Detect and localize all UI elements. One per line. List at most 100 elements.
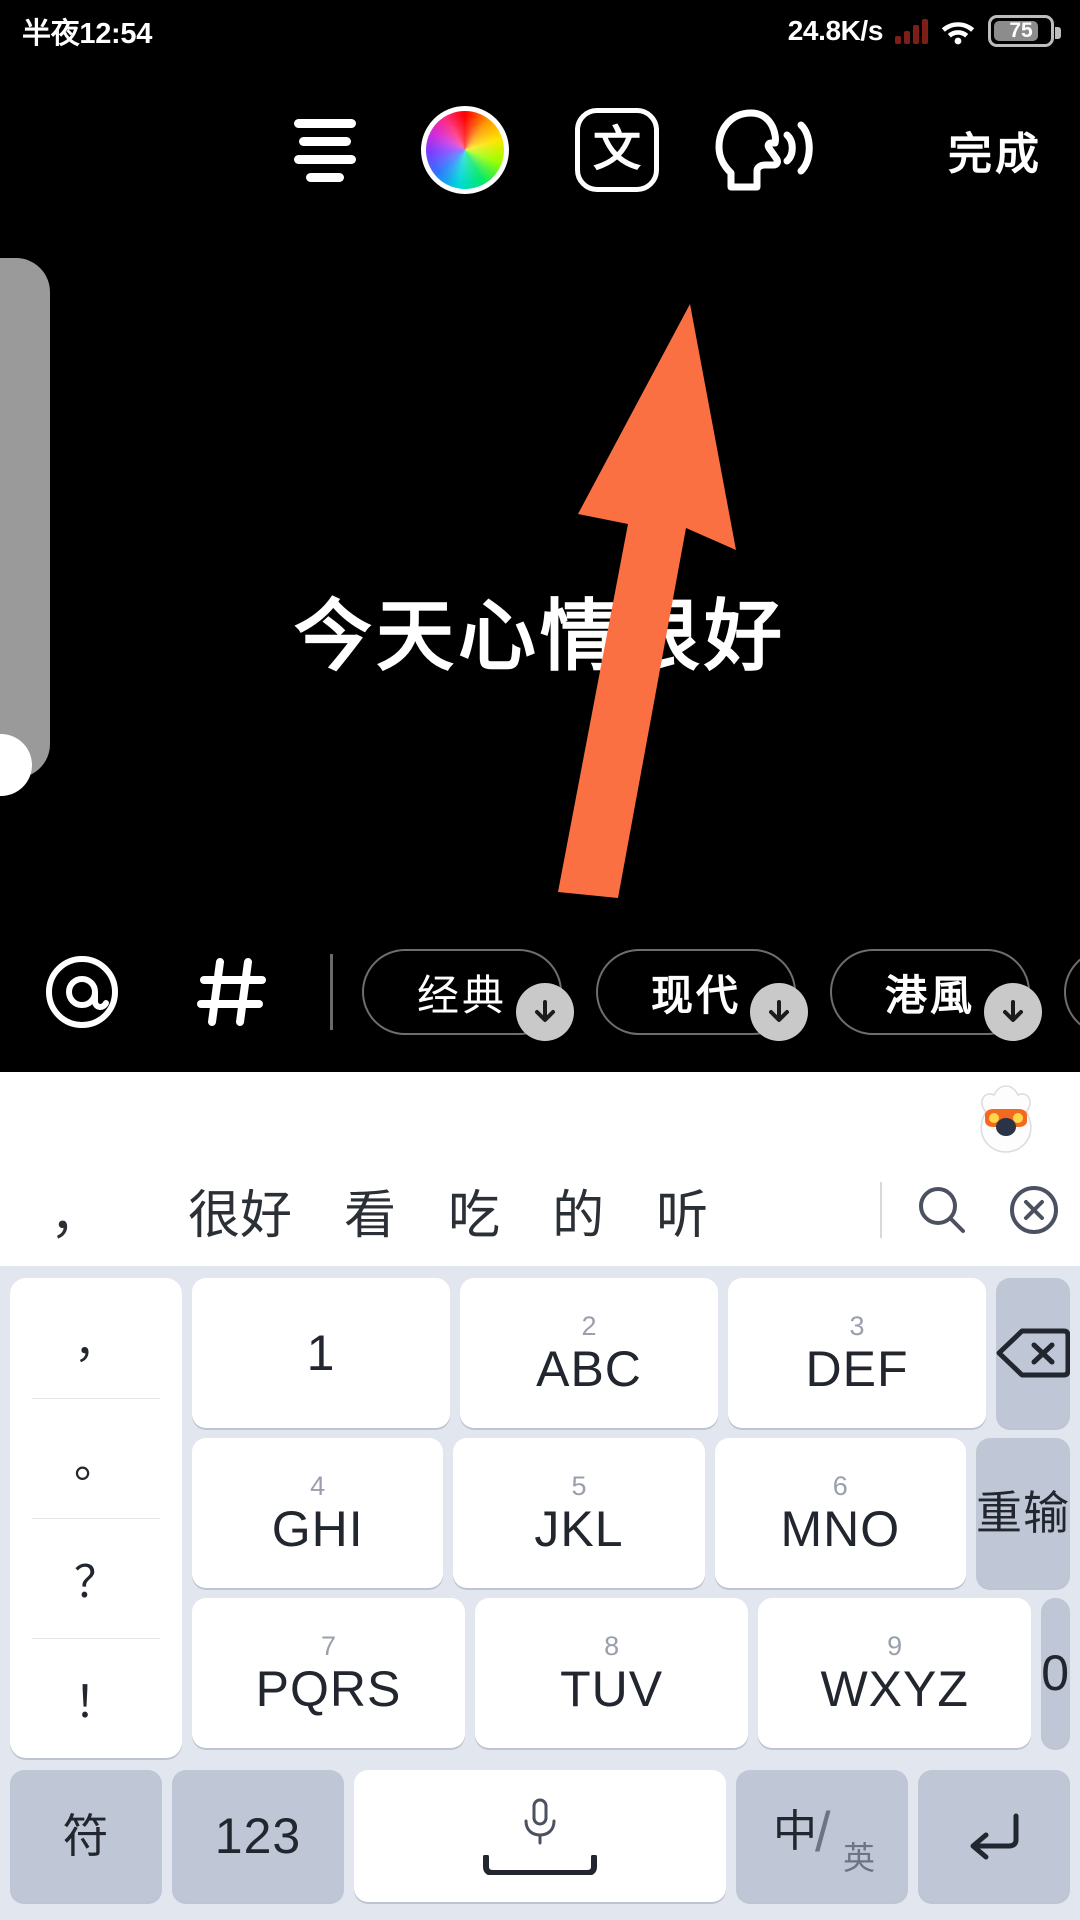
color-wheel-icon (421, 106, 509, 194)
close-circle-icon (1010, 1186, 1058, 1234)
editor-bottom-bar: 经典 现代 港風 (0, 912, 1080, 1072)
key-main-label: 0 (1041, 1645, 1070, 1701)
search-icon (919, 1187, 965, 1233)
toolbar-divider (330, 954, 333, 1030)
key-3-def[interactable]: 3 DEF (728, 1278, 986, 1428)
key-5-jkl[interactable]: 5 JKL (453, 1438, 705, 1588)
candidate-item[interactable]: ， (24, 1173, 162, 1248)
key-main-label: 1 (306, 1325, 336, 1381)
battery-indicator: 75 (988, 15, 1061, 47)
lang-zh-label: 中 (773, 1807, 817, 1856)
key-sup-label: 6 (832, 1470, 848, 1501)
fox-assistant-icon[interactable] (970, 1082, 1042, 1154)
keypad-bottom-row: 符 123 中 / 英 (10, 1770, 1070, 1902)
lang-slash: / (815, 1800, 831, 1863)
font-chip-modern[interactable]: 现代 (596, 949, 808, 1041)
key-sup-label: 9 (887, 1630, 903, 1661)
key-main-label: 符 (62, 1810, 110, 1862)
key-main-label: WXYZ (820, 1660, 969, 1717)
signal-bars-icon (895, 18, 928, 44)
text-align-icon (294, 118, 356, 182)
download-arrow-icon[interactable] (516, 983, 574, 1041)
candidate-search-button[interactable] (896, 1181, 988, 1239)
key-sup-label: 2 (581, 1310, 597, 1341)
font-chip-partial[interactable] (1064, 949, 1080, 1035)
candidate-item[interactable]: 看 (318, 1173, 422, 1248)
font-chip-label (1064, 949, 1080, 1035)
download-arrow-icon[interactable] (750, 983, 808, 1041)
key-main-label: MNO (780, 1500, 901, 1557)
enter-arrow-icon (970, 1813, 1019, 1860)
keypad-row: 7 PQRS 8 TUV 9 WXYZ 0 (192, 1598, 1070, 1748)
microphone-icon (524, 1798, 556, 1845)
text-to-speech-head-icon (715, 109, 813, 191)
key-main-label: ABC (536, 1340, 642, 1397)
candidate-item[interactable]: 听 (630, 1173, 734, 1248)
space-bar-icon (483, 1855, 597, 1875)
numbers-key[interactable]: 123 (172, 1770, 344, 1902)
candidate-bar[interactable]: ， 很好 看 吃 的 听 (0, 1154, 1080, 1266)
keypad-row: 4 GHI 5 JKL 6 MNO 重输 (192, 1438, 1070, 1588)
key-sup-label: 8 (604, 1630, 620, 1661)
keyboard-keys: ， 。 ？ ！ 1 2 ABC 3 DEF 4 GHI 5 JKL 6 MNO … (0, 1266, 1080, 1920)
font-chip-gangfeng[interactable]: 港風 (830, 949, 1042, 1041)
key-main-label: JKL (534, 1500, 624, 1557)
download-arrow-icon[interactable] (984, 983, 1042, 1041)
font-style-chip-list[interactable]: 经典 现代 港風 (362, 930, 1080, 1054)
keypad-row: 1 2 ABC 3 DEF (192, 1278, 1070, 1428)
text-align-button[interactable] (280, 105, 370, 195)
key-main-label: GHI (271, 1500, 364, 1557)
key-sup-label: 7 (321, 1630, 337, 1661)
key-0[interactable]: 0 (1041, 1598, 1070, 1748)
wifi-icon (941, 21, 975, 44)
punc-key-comma[interactable]: ， (10, 1278, 182, 1398)
punc-key-question[interactable]: ？ (10, 1518, 182, 1638)
key-2-abc[interactable]: 2 ABC (460, 1278, 718, 1428)
candidate-item[interactable]: 吃 (422, 1173, 526, 1248)
enter-key[interactable] (918, 1770, 1070, 1902)
symbols-key[interactable]: 符 (10, 1770, 162, 1902)
key-sup-label: 5 (571, 1470, 587, 1501)
left-panel-edge[interactable] (0, 258, 50, 778)
overlay-text[interactable]: 今天心情很好 (0, 593, 1080, 680)
text-to-speech-button[interactable] (710, 105, 815, 195)
key-main-label: PQRS (255, 1660, 402, 1717)
font-style-icon: 文 (575, 108, 659, 192)
punctuation-column[interactable]: ， 。 ？ ！ (10, 1278, 182, 1758)
key-main-label: 重输 (975, 1487, 1070, 1539)
done-button[interactable]: 完成 (948, 118, 1042, 182)
key-7-pqrs[interactable]: 7 PQRS (192, 1598, 466, 1748)
language-toggle-key[interactable]: 中 / 英 (736, 1770, 908, 1902)
reinput-key[interactable]: 重输 (975, 1438, 1070, 1588)
key-sup-label: 4 (310, 1470, 326, 1501)
at-icon (46, 956, 118, 1028)
punc-key-period[interactable]: 。 (10, 1398, 182, 1518)
candidate-item[interactable]: 的 (526, 1173, 630, 1248)
text-color-button[interactable] (419, 104, 511, 196)
keyboard-header (0, 1072, 1080, 1154)
key-9-wxyz[interactable]: 9 WXYZ (758, 1598, 1032, 1748)
candidate-close-button[interactable] (988, 1181, 1080, 1239)
candidate-item[interactable]: 很好 (162, 1173, 318, 1248)
font-style-button[interactable]: 文 (574, 107, 660, 193)
status-indicators: 24.8K/s 75 (787, 15, 1061, 47)
editor-top-toolbar: 文 完成 (0, 95, 1080, 205)
mention-button[interactable] (36, 946, 128, 1038)
key-8-tuv[interactable]: 8 TUV (475, 1598, 749, 1748)
hash-icon (197, 958, 266, 1026)
status-time: 半夜12:54 (22, 18, 153, 50)
hashtag-button[interactable] (186, 946, 278, 1038)
ime-keyboard: ， 很好 看 吃 的 听 ， 。 ？ ！ 1 2 ABC 3 DEF 4 GHI… (0, 1072, 1080, 1920)
key-6-mno[interactable]: 6 MNO (714, 1438, 966, 1588)
lang-en-label: 英 (842, 1840, 875, 1876)
key-sup-label: 3 (849, 1310, 865, 1341)
backspace-icon (996, 1328, 1070, 1378)
key-4-ghi[interactable]: 4 GHI (192, 1438, 444, 1588)
backspace-key[interactable] (996, 1278, 1070, 1428)
key-1[interactable]: 1 (192, 1278, 450, 1428)
punc-key-exclaim[interactable]: ！ (10, 1638, 182, 1758)
font-chip-classic[interactable]: 经典 (362, 949, 574, 1041)
lang-toggle-icon: 中 / 英 (767, 1793, 877, 1879)
network-speed: 24.8K/s (787, 15, 884, 46)
space-key[interactable] (354, 1770, 726, 1902)
